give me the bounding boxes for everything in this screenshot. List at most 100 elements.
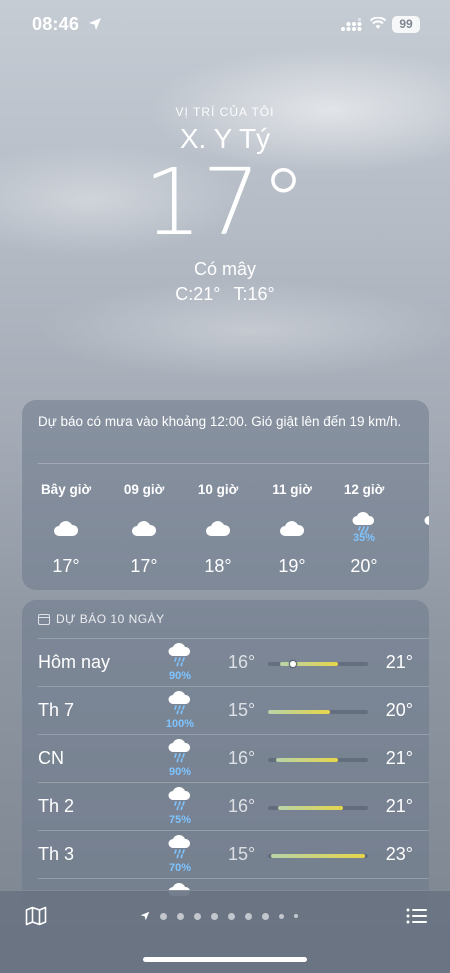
page-dot — [245, 912, 252, 920]
page-dot — [160, 912, 167, 920]
day-high-temperature: 21° — [385, 748, 413, 768]
ten-day-forecast-card[interactable]: DỰ BÁO 10 NGÀY Hôm nay 90% 16° 21° Th 7 … — [22, 600, 429, 920]
page-dot — [211, 912, 218, 920]
day-high-temperature: 23° — [385, 844, 413, 864]
wifi-icon — [370, 17, 386, 29]
day-precip-probability: 100% — [165, 718, 195, 730]
ten-day-header: DỰ BÁO 10 NGÀY — [38, 612, 165, 626]
day-low-temperature: 15° — [228, 844, 256, 864]
home-indicator — [143, 957, 307, 962]
hour-label: 13 — [400, 482, 429, 500]
temperature-range-bar — [268, 661, 368, 667]
page-dot — [294, 914, 298, 918]
hour-precip-probability: 35% — [352, 532, 376, 544]
page-indicator[interactable] — [140, 911, 308, 921]
hour-item: 13 4 2 — [400, 482, 429, 577]
low-temperature: T:16° — [233, 284, 275, 304]
hour-label: 11 giờ — [272, 482, 312, 497]
day-row[interactable]: Th 7 100% 15° 20° — [38, 686, 429, 734]
cloud-rain-icon — [352, 512, 375, 534]
day-name: Th 3 — [38, 844, 75, 864]
cloud-rain-icon — [168, 643, 191, 667]
high-low: C:21° T:16° — [0, 284, 450, 305]
weather-header: VỊ TRÍ CỦA TÔI X. Y Tý 17° Có mây C:21° … — [0, 105, 450, 305]
day-high-temperature: 20° — [385, 700, 413, 720]
day-low-temperature: 15° — [228, 700, 256, 720]
hour-temperature: 19° — [278, 556, 306, 576]
hour-temperature: 17° — [52, 556, 80, 576]
hourly-forecast-card[interactable]: Dự báo có mưa vào khoảng 12:00. Gió giật… — [22, 400, 429, 590]
day-name: Th 2 — [38, 796, 75, 816]
page-dot — [177, 912, 184, 920]
signal-icon — [341, 18, 362, 31]
page-dot — [279, 913, 284, 919]
day-row[interactable]: Th 2 75% 16° 21° — [38, 782, 429, 830]
page-dot — [228, 912, 235, 920]
location-label: VỊ TRÍ CỦA TÔI — [175, 105, 275, 119]
temperature-range-fill — [268, 710, 330, 714]
temperature-range-fill — [280, 662, 338, 666]
cloud-rain-icon — [168, 739, 191, 763]
list-icon[interactable] — [406, 907, 428, 925]
hour-item: 11 giờ 19° — [256, 482, 328, 577]
cloud-icon — [54, 521, 79, 536]
bottom-toolbar — [0, 890, 450, 973]
current-temperature: 17° — [143, 149, 307, 256]
cloud-rain-icon — [168, 835, 191, 859]
hour-item: 12 giờ 35% 20° — [328, 482, 400, 577]
page-dot — [262, 912, 269, 920]
day-precip-probability: 75% — [168, 814, 192, 826]
map-icon[interactable] — [25, 906, 47, 926]
calendar-icon — [38, 613, 50, 625]
status-time: 08:46 — [32, 14, 80, 34]
temperature-range-fill — [278, 806, 343, 810]
day-high-temperature: 21° — [385, 652, 413, 672]
day-name: Th 7 — [38, 700, 75, 720]
temperature-range-bar — [268, 758, 368, 762]
day-high-temperature: 21° — [385, 796, 413, 816]
day-row[interactable]: CN 90% 16° 21° — [38, 734, 429, 782]
day-precip-probability: 70% — [168, 862, 192, 874]
hour-item: 10 giờ 18° — [182, 482, 254, 577]
battery-indicator: 99 — [392, 16, 420, 33]
cloud-icon — [206, 521, 231, 536]
status-bar: 08:46 99 — [0, 0, 450, 50]
temperature-range-fill — [271, 854, 365, 858]
cloud-rain-icon — [168, 691, 191, 715]
cloud-icon — [132, 521, 157, 536]
current-temperature-dot — [290, 661, 296, 667]
page-dot — [194, 912, 201, 920]
day-low-temperature: 16° — [228, 796, 256, 816]
ten-day-title: DỰ BÁO 10 NGÀY — [56, 612, 165, 626]
hour-temperature: 17° — [130, 556, 158, 576]
day-name: Hôm nay — [38, 652, 111, 672]
cloud-icon — [280, 521, 305, 536]
temperature-range-bar — [268, 854, 368, 858]
hour-item: 09 giờ 17° — [108, 482, 180, 577]
temperature-range-bar — [268, 806, 368, 810]
day-row[interactable]: Th 3 70% 15° 23° — [38, 830, 429, 878]
hour-label: 12 giờ — [343, 482, 385, 497]
hour-label: Bây giờ — [40, 482, 92, 497]
hour-label: 10 giờ — [197, 482, 239, 497]
hour-temperature: 20° — [350, 556, 378, 576]
hourly-summary: Dự báo có mưa vào khoảng 12:00. Gió giật… — [38, 414, 402, 429]
hour-item: Bây giờ 17° — [30, 482, 102, 577]
hour-label: 09 giờ — [123, 482, 165, 497]
day-precip-probability: 90% — [168, 766, 192, 778]
location-arrow-icon — [89, 18, 101, 30]
temperature-range-fill — [276, 758, 338, 762]
cloud-rain-icon — [424, 516, 429, 525]
day-low-temperature: 16° — [228, 748, 256, 768]
day-row[interactable]: Hôm nay 90% 16° 21° — [38, 638, 429, 686]
temperature-range-bar — [268, 710, 368, 714]
current-condition: Có mây — [193, 259, 256, 279]
day-low-temperature: 16° — [228, 652, 256, 672]
location-arrow-icon — [140, 911, 150, 921]
cloud-rain-icon — [168, 787, 191, 811]
divider — [38, 463, 429, 464]
day-precip-probability: 90% — [168, 670, 192, 682]
hour-temperature: 2 — [400, 556, 429, 577]
day-name: CN — [38, 748, 64, 768]
high-temperature: C:21° — [175, 284, 221, 304]
